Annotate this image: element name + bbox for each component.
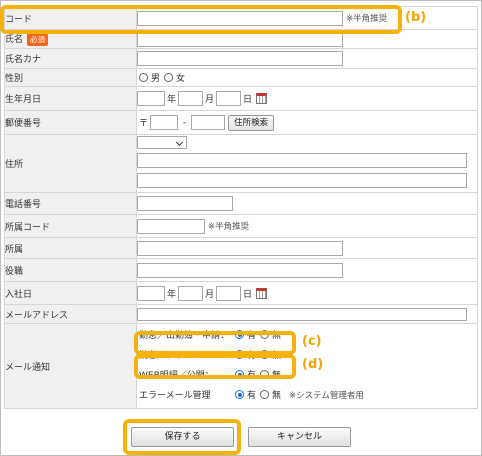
name-input[interactable] xyxy=(137,31,343,47)
birthdate-label: 生年月日 xyxy=(4,86,137,111)
notice-label-alert: 勤怠／アラート： xyxy=(139,351,212,361)
join-month-input[interactable] xyxy=(178,285,204,301)
email-input[interactable] xyxy=(137,307,467,321)
notice-error-yes-radio[interactable] xyxy=(235,390,244,399)
join-day-input[interactable] xyxy=(216,285,242,301)
radio-yes-label: 有 xyxy=(247,331,257,341)
required-badge: 必須 xyxy=(27,33,49,46)
annotation-label-b: (b) xyxy=(405,10,427,25)
row-position: 役職 xyxy=(4,258,478,282)
row-phone: 電話番号 xyxy=(4,192,478,215)
gender-female-label: 女 xyxy=(176,74,186,84)
postal-mark: 〒 xyxy=(139,119,149,129)
row-address: 住所 xyxy=(4,134,478,193)
annotation-label-c: (c) xyxy=(302,334,322,349)
cancel-button[interactable]: キャンセル xyxy=(248,427,351,447)
notice-row-error-mail: エラーメール管理 有 無 ※システム管理者用 xyxy=(137,388,477,408)
address-label: 住所 xyxy=(4,134,137,193)
employee-form: コード ※半角推奨 氏名 必須 氏名カナ 性別 男女 生年月日 年月日 郵便番号 … xyxy=(4,6,478,409)
row-join-date: 入社日 年 月 日 xyxy=(4,281,478,305)
phone-label: 電話番号 xyxy=(4,192,137,215)
phone-input[interactable] xyxy=(137,196,233,211)
postal-label: 郵便番号 xyxy=(4,110,137,135)
notice-label-error-mail: エラーメール管理 xyxy=(139,391,211,401)
dept-code-input[interactable] xyxy=(137,218,205,234)
form-actions: 保存する キャンセル xyxy=(1,427,482,449)
birth-year-unit: 年 xyxy=(167,95,177,105)
name-label: 氏名 xyxy=(5,35,24,45)
row-postal: 郵便番号 〒 - 住所検索 xyxy=(4,110,478,135)
address-input-1[interactable] xyxy=(137,153,467,168)
code-input[interactable] xyxy=(137,10,343,26)
code-note: ※半角推奨 xyxy=(346,14,388,24)
notice-attendance-yes-radio[interactable] xyxy=(235,330,244,339)
dept-input[interactable] xyxy=(137,240,343,256)
radio-yes-label: 有 xyxy=(247,391,257,401)
address-input-2[interactable] xyxy=(137,173,467,188)
code-label: コード xyxy=(4,6,137,30)
row-dept-code: 所属コード ※半角推奨 xyxy=(4,214,478,238)
calendar-icon[interactable] xyxy=(256,93,268,104)
name-kana-input[interactable] xyxy=(137,51,343,66)
email-label: メールアドレス xyxy=(4,304,137,324)
address-search-button[interactable]: 住所検索 xyxy=(228,114,275,131)
row-email: メールアドレス xyxy=(4,304,478,324)
postal-input-2[interactable] xyxy=(191,115,226,130)
notice-web-yes-radio[interactable] xyxy=(235,370,244,379)
join-date-label: 入社日 xyxy=(4,281,137,305)
position-input[interactable] xyxy=(137,262,343,278)
employee-form-window: コード ※半角推奨 氏名 必須 氏名カナ 性別 男女 生年月日 年月日 郵便番号 … xyxy=(0,0,482,456)
row-name: 氏名 必須 xyxy=(4,29,478,49)
row-name-kana: 氏名カナ xyxy=(4,48,478,69)
radio-no-label: 無 xyxy=(272,371,282,381)
gender-male-radio[interactable] xyxy=(139,73,148,82)
radio-yes-label: 有 xyxy=(247,371,257,381)
name-label-cell: 氏名 必須 xyxy=(4,29,137,49)
row-dept: 所属 xyxy=(4,237,478,259)
radio-yes-label: 有 xyxy=(247,351,257,361)
postal-dash: - xyxy=(183,117,187,128)
birth-day-input[interactable] xyxy=(216,91,242,106)
join-year-input[interactable] xyxy=(137,285,165,301)
gender-label: 性別 xyxy=(4,68,137,87)
gender-male-label: 男 xyxy=(151,74,161,84)
position-label: 役職 xyxy=(4,258,137,282)
prefecture-select[interactable] xyxy=(137,136,187,149)
birth-year-input[interactable] xyxy=(137,91,165,106)
calendar-icon[interactable] xyxy=(256,287,268,299)
postal-input-1[interactable] xyxy=(150,115,179,130)
mail-notice-label: メール通知 xyxy=(4,323,137,409)
radio-no-label: 無 xyxy=(272,351,282,361)
join-year-unit: 年 xyxy=(167,289,177,300)
gender-female-radio[interactable] xyxy=(164,73,174,82)
radio-no-label: 無 xyxy=(272,331,282,341)
dept-label: 所属 xyxy=(4,237,137,259)
birth-month-input[interactable] xyxy=(178,91,204,106)
join-month-unit: 月 xyxy=(205,289,215,300)
dept-code-note: ※半角推奨 xyxy=(208,222,250,232)
row-birthdate: 生年月日 年 月 日 xyxy=(4,86,478,111)
birth-day-unit: 日 xyxy=(243,95,253,105)
notice-alert-no-radio[interactable] xyxy=(260,350,270,359)
error-mail-note: ※システム管理者用 xyxy=(289,390,364,401)
notice-web-no-radio[interactable] xyxy=(260,370,270,379)
notice-attendance-no-radio[interactable] xyxy=(260,330,270,339)
save-button[interactable]: 保存する xyxy=(131,427,234,447)
row-mail-notice: メール通知 勤怠／出勤簿・申請：有無 勤怠／アラート：有無 WEB明細／公開：有… xyxy=(4,323,478,409)
join-day-unit: 日 xyxy=(243,289,253,300)
notice-alert-yes-radio[interactable] xyxy=(235,350,244,359)
notice-label-attendance: 勤怠／出勤簿・申請： xyxy=(139,331,230,341)
name-kana-label: 氏名カナ xyxy=(4,48,137,69)
notice-error-no-radio[interactable] xyxy=(260,390,270,399)
birth-month-unit: 月 xyxy=(205,95,215,105)
radio-no-label: 無 xyxy=(272,391,282,401)
row-gender: 性別 男 女 xyxy=(4,68,478,87)
notice-label-web-payslip: WEB明細／公開： xyxy=(139,371,214,381)
annotation-label-d: (d) xyxy=(302,357,324,372)
dept-code-label: 所属コード xyxy=(4,214,137,238)
